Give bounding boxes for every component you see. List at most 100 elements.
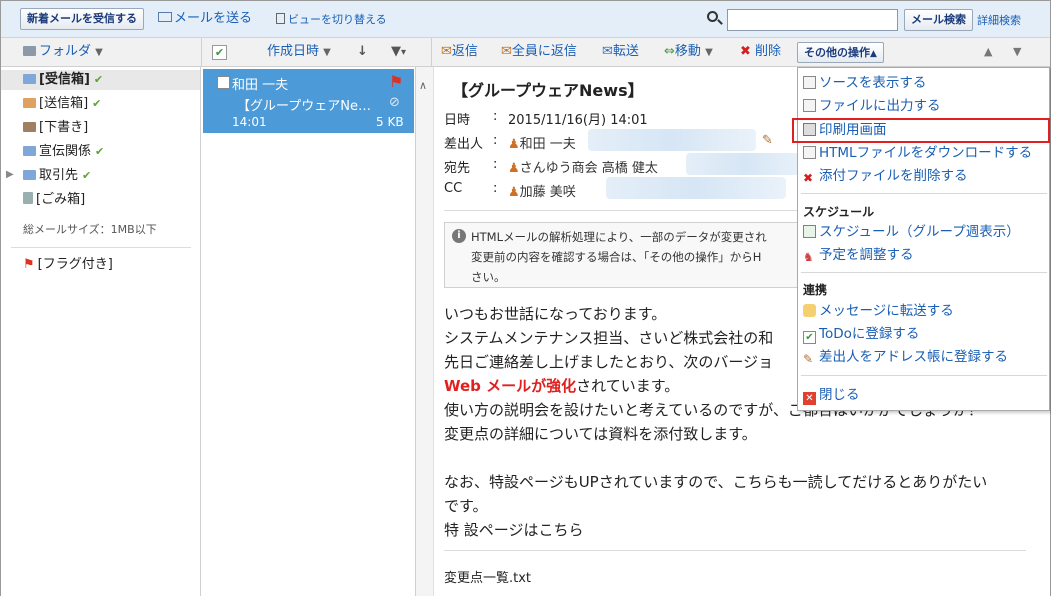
cc-user[interactable]: ♟加藤 美咲 — [508, 181, 576, 200]
integration-heading: 連携 — [803, 283, 828, 297]
colon: : — [493, 157, 498, 172]
switch-view-label: ビューを切り替える — [288, 13, 387, 26]
flag-icon: ⚑ — [23, 257, 35, 272]
redacted-address — [588, 129, 756, 151]
receive-mail-button[interactable]: 新着メールを受信する — [20, 8, 144, 30]
menu-item-label: スケジュール（グループ週表示） — [819, 224, 1020, 240]
folder-label: [下書き] — [39, 120, 89, 135]
folder-sent[interactable]: [送信箱] ✔ — [23, 94, 101, 114]
collapse-arrow-icon[interactable]: ∧ — [419, 79, 427, 92]
envelope-icon — [158, 12, 172, 22]
user-icon: ♟ — [508, 137, 520, 152]
chevron-up-icon: ▲ — [870, 49, 877, 59]
add-address-icon[interactable]: ✎ — [762, 133, 773, 148]
check-icon: ✔ — [95, 145, 105, 158]
collapse-strip[interactable]: ∧ — [416, 67, 434, 596]
mail-search-button[interactable]: メール検索 — [904, 9, 973, 31]
menu-item-delete-attachments[interactable]: ✖ 添付ファイルを削除する — [803, 166, 968, 186]
schedule-heading: スケジュール — [803, 205, 875, 219]
divider — [11, 247, 191, 248]
previous-mail-arrow-icon[interactable]: ▲ — [984, 44, 992, 60]
cc-name: 加藤 美咲 — [519, 185, 576, 200]
view-icon — [276, 13, 285, 24]
menu-item-add-to-addressbook[interactable]: ✎ 差出人をアドレス帳に登録する — [803, 347, 1008, 367]
body-line: 先日ご連絡差し上げましたとおり、次のバージョ — [444, 353, 774, 371]
trash-icon — [23, 192, 33, 204]
from-user[interactable]: ♟和田 一夫 — [508, 133, 576, 152]
folder-flagged[interactable]: ⚑ [フラグ付き] — [23, 255, 113, 275]
folder-trash[interactable]: [ごみ箱] — [23, 190, 85, 210]
colon: : — [493, 181, 498, 196]
next-mail-arrow-icon[interactable]: ▼ — [1013, 44, 1021, 60]
chevron-down-icon: ▼ — [95, 47, 103, 58]
message-date: 2015/11/16(月) 14:01 — [508, 113, 648, 128]
calendar-icon — [803, 225, 816, 238]
menu-item-register-todo[interactable]: ✔ ToDoに登録する — [803, 324, 919, 344]
total-mail-size: 総メールサイズ：1MB以下 — [23, 223, 157, 236]
search-input[interactable] — [727, 9, 898, 31]
filter-icon[interactable]: ▼▾ — [391, 44, 406, 61]
to-user[interactable]: ♟さんゆう商会 高橋 健太 — [508, 157, 658, 176]
switch-view-link[interactable]: ビューを切り替える — [276, 11, 387, 29]
menu-item-label: HTMLファイルをダウンロードする — [819, 145, 1033, 161]
body-line: 変更点の詳細については資料を添付致します。 — [444, 425, 757, 443]
advanced-search-link[interactable]: 詳細検索 — [977, 12, 1021, 30]
menu-item-adjust-schedule[interactable]: ♞ 予定を調整する — [803, 245, 914, 265]
body-text: されています。 — [576, 377, 680, 395]
other-actions-label: その他の操作 — [804, 46, 870, 59]
file-icon — [803, 99, 816, 112]
paperclip-icon: ⊘ — [389, 95, 400, 110]
highlighted-text: Web メールが強化 — [444, 377, 577, 395]
menu-item-view-source[interactable]: ソースを表示する — [803, 73, 926, 93]
from-label: 差出人 — [444, 137, 484, 152]
folder-label: 宣伝関係 — [39, 144, 92, 159]
from-name: 和田 一夫 — [519, 137, 576, 152]
reply-all-button[interactable]: ✉全員に返信 — [501, 44, 577, 60]
folder-promotions[interactable]: 宣伝関係 ✔ — [23, 142, 104, 162]
menu-item-download-html[interactable]: HTMLファイルをダウンロードする — [803, 143, 1032, 163]
folder-icon — [23, 74, 36, 84]
menu-item-close[interactable]: ✕ 閉じる — [803, 385, 860, 405]
move-dropdown[interactable]: ⇔移動 ▼ — [664, 44, 713, 61]
reply-button[interactable]: ✉返信 — [441, 44, 478, 60]
menu-item-forward-to-message[interactable]: メッセージに転送する — [803, 301, 954, 321]
search-icon-handle — [717, 19, 723, 25]
send-mail-label: メールを送る — [174, 11, 253, 26]
menu-item-print-view[interactable]: 印刷用画面 — [803, 120, 887, 140]
mail-list-item[interactable]: 和田 一夫 ⚑ 【グループウェアNe… ⊘ 14:01 5 KB — [203, 69, 414, 133]
folder-clients[interactable]: 取引先 ✔ — [23, 166, 91, 186]
move-label: 移動 — [674, 44, 701, 59]
attachment-link[interactable]: 変更点一覧.txt — [444, 567, 531, 586]
menu-item-export-file[interactable]: ファイルに出力する — [803, 96, 941, 116]
printer-icon — [803, 123, 816, 136]
delete-label: 削除 — [755, 44, 782, 59]
mail-checkbox[interactable] — [217, 76, 230, 89]
sort-order-arrow-icon[interactable]: ↓ — [357, 44, 368, 60]
sort-label: 作成日時 — [267, 44, 320, 59]
reply-all-icon: ✉ — [501, 44, 512, 59]
forward-button[interactable]: ✉転送 — [602, 44, 639, 60]
folder-icon — [23, 122, 36, 132]
folder-dropdown[interactable]: フォルダ ▼ — [23, 44, 103, 61]
folder-label: [ごみ箱] — [36, 192, 86, 207]
special-page-link[interactable]: 特 設ページはこちら — [444, 519, 583, 540]
reply-icon: ✉ — [441, 44, 452, 59]
folder-icon — [23, 146, 36, 156]
expand-arrow-icon[interactable]: ▶ — [6, 169, 14, 180]
folder-inbox[interactable]: [受信箱] ✔ — [1, 70, 200, 90]
folder-drafts[interactable]: [下書き] — [23, 118, 88, 138]
menu-item-schedule-group-week[interactable]: スケジュール（グループ週表示） — [803, 222, 1020, 242]
body-line: です。 — [444, 497, 488, 515]
delete-button[interactable]: ✖ 削除 — [740, 44, 781, 60]
sort-by-date-dropdown[interactable]: 作成日時 ▼ — [267, 44, 331, 61]
chevron-down-icon: ▼ — [323, 47, 331, 58]
top-toolbar: 新着メールを受信する メールを送る ビューを切り替える メール検索 詳細検索 — [1, 1, 1050, 38]
send-mail-link[interactable]: メールを送る — [158, 10, 252, 28]
select-all-checkbox[interactable]: ✔ — [212, 45, 227, 60]
other-actions-dropdown[interactable]: その他の操作▲ — [797, 42, 884, 63]
menu-item-label: ソースを表示する — [819, 75, 927, 91]
to-name: さんゆう商会 高橋 健太 — [519, 161, 658, 176]
user-icon: ♟ — [508, 185, 520, 200]
flag-icon[interactable]: ⚑ — [389, 72, 403, 91]
download-icon — [803, 146, 816, 159]
